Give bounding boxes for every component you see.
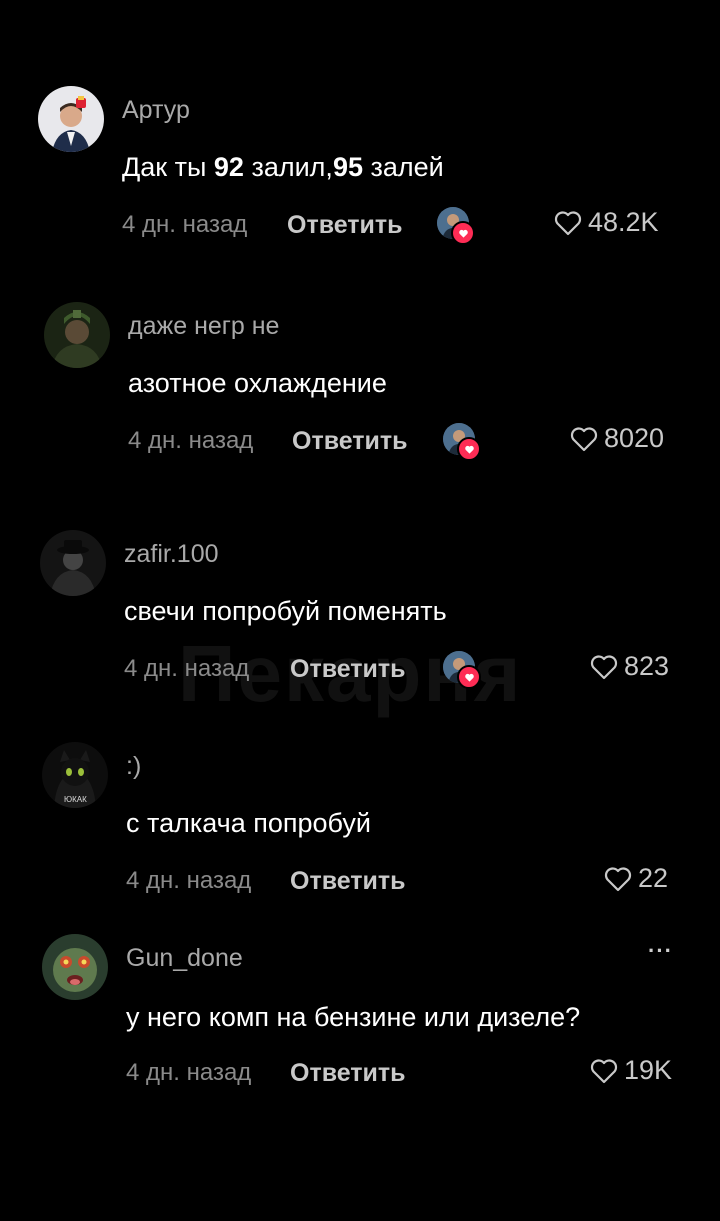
comment-text: с талкача попробуй — [126, 808, 371, 838]
comment-time: 4 дн. назад — [122, 211, 248, 238]
heart-badge-icon — [457, 665, 481, 689]
like-count: 8020 — [604, 423, 665, 453]
like-button[interactable]: 8020 — [570, 423, 664, 454]
comment-author[interactable]: Gun_done — [126, 944, 243, 973]
reply-button[interactable]: Ответить — [287, 211, 403, 240]
comment-author[interactable]: даже негр не — [128, 312, 279, 341]
comment-text: Дак ты 92 залил,95 залей — [122, 152, 444, 182]
heart-outline-icon — [554, 210, 582, 235]
comment-time: 4 дн. назад — [128, 427, 254, 454]
comment-text: у него комп на бензине или дизеле? — [126, 1002, 581, 1032]
reply-button[interactable]: Ответить — [290, 655, 406, 684]
comment-time: 4 дн. назад — [126, 1059, 252, 1086]
like-count: 22 — [638, 863, 669, 893]
creator-liked-avatar — [443, 651, 481, 689]
comment-author[interactable]: :) — [126, 752, 141, 781]
heart-outline-icon — [590, 1058, 618, 1083]
avatar[interactable] — [44, 302, 110, 368]
comment-text: свечи попробуй поменять — [124, 596, 447, 626]
comment-item: ЮКАК :) с талкача попробуй 4 дн. назад О… — [0, 742, 720, 912]
more-options-icon[interactable]: ··· — [648, 938, 673, 964]
heart-badge-icon — [451, 221, 475, 245]
comment-author[interactable]: Артур — [122, 96, 190, 125]
creator-liked-avatar — [443, 423, 481, 461]
like-button[interactable]: 19K — [590, 1055, 672, 1086]
comment-item: даже негр не азотное охлаждение 4 дн. на… — [0, 302, 720, 472]
comment-time: 4 дн. назад — [124, 655, 250, 682]
avatar[interactable] — [38, 86, 104, 152]
like-count: 19K — [624, 1055, 673, 1085]
avatar[interactable]: ЮКАК — [42, 742, 108, 808]
heart-outline-icon — [570, 426, 598, 451]
comment-item: Артур Дак ты 92 залил,95 залей 4 дн. наз… — [0, 86, 720, 256]
comment-author[interactable]: zafir.100 — [124, 540, 219, 569]
heart-badge-icon — [457, 437, 481, 461]
creator-liked-avatar — [437, 207, 475, 245]
like-button[interactable]: 823 — [590, 651, 669, 682]
reply-button[interactable]: Ответить — [290, 867, 406, 896]
like-button[interactable]: 48.2K — [554, 207, 659, 238]
avatar[interactable] — [40, 530, 106, 596]
reply-button[interactable]: Ответить — [290, 1059, 406, 1088]
heart-outline-icon — [590, 654, 618, 679]
like-count: 823 — [624, 651, 670, 681]
comment-time: 4 дн. назад — [126, 867, 252, 894]
reply-button[interactable]: Ответить — [292, 427, 408, 456]
heart-outline-icon — [604, 866, 632, 891]
comment-item: Gun_done ··· у него комп на бензине или … — [0, 934, 720, 1104]
comment-text: азотное охлаждение — [128, 368, 387, 398]
avatar[interactable] — [42, 934, 108, 1000]
like-button[interactable]: 22 — [604, 863, 668, 894]
svg-text:ЮКАК: ЮКАК — [64, 795, 87, 804]
comment-item: zafir.100 свечи попробуй поменять 4 дн. … — [0, 530, 720, 700]
like-count: 48.2K — [588, 207, 659, 237]
